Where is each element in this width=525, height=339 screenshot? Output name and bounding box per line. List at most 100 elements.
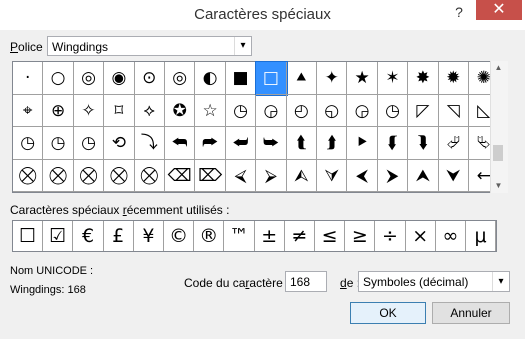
encoding-select[interactable]: Symboles (décimal) ▾ [358, 271, 510, 292]
unicode-name-label: Nom UNICODE : [10, 265, 94, 277]
character-cell[interactable]: ⊕ [43, 94, 74, 127]
character-cell[interactable]: ⮩ [256, 127, 287, 160]
encoding-select-value: Symboles (décimal) [363, 275, 469, 289]
character-cell[interactable]: ⊙ [134, 62, 165, 95]
character-cell[interactable]: ⯈ [347, 127, 378, 160]
recent-character-cell[interactable]: ☐ [13, 221, 44, 251]
character-cell[interactable]: ⛒ [134, 159, 165, 192]
character-cell[interactable]: ⮬ [286, 127, 317, 160]
ok-button[interactable]: OK [350, 302, 426, 324]
character-cell[interactable]: ◶ [347, 94, 378, 127]
chevron-down-icon[interactable]: ▾ [492, 272, 509, 291]
help-button[interactable]: ? [448, 2, 470, 22]
character-cell[interactable]: ✦ [317, 62, 348, 95]
title-bar: Caractères spéciaux ? ✕ [0, 0, 525, 30]
character-cell[interactable]: ⮟ [438, 159, 469, 192]
character-cell[interactable]: ◷ [73, 127, 105, 160]
character-cell[interactable]: ⯅ [286, 62, 317, 95]
chevron-down-icon[interactable]: ▾ [234, 37, 251, 55]
character-cell[interactable]: ⛒ [104, 159, 135, 192]
character-cell[interactable]: ⮜ [347, 159, 378, 192]
character-cell[interactable]: ⮪ [165, 127, 196, 160]
character-name: Wingdings: 168 [10, 284, 86, 296]
recent-characters[interactable]: ☐ ☑ € £ ¥ © ® ™ ± ≠ ≤ ≥ ÷ × ∞ μ [12, 220, 497, 252]
recent-character-cell[interactable]: £ [104, 221, 134, 251]
character-cell[interactable]: ◉ [104, 62, 135, 95]
character-cell[interactable]: ⛒ [73, 159, 105, 192]
character-cell[interactable]: ⮙ [286, 159, 317, 192]
character-cell[interactable]: ⮛ [317, 159, 348, 192]
character-cell[interactable]: ⮭ [317, 127, 348, 160]
close-button[interactable]: ✕ [476, 0, 522, 20]
font-select[interactable]: Wingdings ▾ [47, 36, 252, 56]
scroll-up-icon[interactable]: ▲ [490, 61, 507, 75]
cancel-button[interactable]: Annuler [432, 302, 510, 324]
character-cell[interactable]: ◎ [165, 62, 196, 95]
character-cell[interactable]: ◹ [438, 94, 469, 127]
character-cell[interactable]: ☆ [195, 94, 226, 127]
character-cell[interactable]: ✶ [377, 62, 409, 95]
character-cell[interactable]: ◎ [73, 62, 105, 95]
character-cell[interactable]: ◷ [377, 94, 409, 127]
character-cell[interactable]: ⌑ [104, 94, 135, 127]
grid-scrollbar[interactable] [490, 61, 508, 193]
recent-character-cell[interactable]: ® [194, 221, 225, 251]
font-label: Police : [10, 40, 50, 54]
character-cell[interactable]: ⌖ [13, 94, 44, 127]
character-cell[interactable]: ⮚ [256, 159, 287, 192]
code-label: Code du caractère : [184, 276, 290, 290]
recent-character-cell[interactable]: ≤ [315, 221, 346, 251]
character-cell[interactable]: ◴ [286, 94, 317, 127]
character-cell[interactable]: ⮮ [377, 127, 409, 160]
character-cell[interactable]: ⛒ [13, 159, 44, 192]
scrollbar-thumb[interactable] [493, 145, 503, 161]
recent-character-cell[interactable]: ÷ [375, 221, 406, 251]
character-cell[interactable]: ⮘ [225, 159, 257, 192]
character-cell[interactable]: ◶ [256, 94, 287, 127]
recent-character-cell[interactable]: ≥ [345, 221, 376, 251]
character-cell[interactable]: ◸ [408, 94, 439, 127]
character-cell[interactable]: ⮰ [438, 127, 469, 160]
recent-character-cell[interactable]: € [73, 221, 104, 251]
character-cell[interactable]: ◵ [317, 94, 348, 127]
recent-character-cell[interactable]: μ [466, 221, 497, 251]
recent-character-cell[interactable]: ± [255, 221, 285, 251]
recent-label: Caractères spéciaux récemment utilisés : [10, 203, 230, 217]
character-cell[interactable]: ■ [225, 62, 257, 95]
character-cell[interactable]: ⤵ [134, 127, 165, 160]
character-cell[interactable]: ⮝ [408, 159, 439, 192]
scroll-down-icon[interactable]: ▼ [490, 179, 507, 193]
character-cell[interactable]: ⮞ [377, 159, 409, 192]
window-title: Caractères spéciaux [194, 6, 331, 23]
character-cell[interactable]: ✹ [438, 62, 469, 95]
character-cell[interactable]: ★ [347, 62, 378, 95]
character-cell[interactable]: ◷ [43, 127, 74, 160]
character-cell[interactable]: ⟲ [104, 127, 135, 160]
recent-character-cell[interactable]: ☑ [43, 221, 74, 251]
font-select-value: Wingdings [52, 40, 109, 54]
character-cell[interactable]: ⮨ [225, 127, 257, 160]
character-cell[interactable]: ◷ [13, 127, 44, 160]
recent-character-cell[interactable]: ∞ [436, 221, 466, 251]
character-cell[interactable]: ✧ [73, 94, 105, 127]
character-cell[interactable]: ⮫ [195, 127, 226, 160]
character-cell[interactable]: ⟡ [134, 94, 165, 127]
character-cell[interactable]: ◐ [195, 62, 226, 95]
character-cell[interactable]: ⌫ [165, 159, 196, 192]
character-cell[interactable]: ⛒ [43, 159, 74, 192]
recent-character-cell[interactable]: ≠ [285, 221, 315, 251]
recent-character-cell[interactable]: © [164, 221, 195, 251]
character-cell[interactable]: ⌦ [195, 159, 226, 192]
character-cell[interactable]: · [13, 62, 44, 95]
character-grid[interactable]: · ○ ◎ ◉ ⊙ ◎ ◐ ■ □ ⯅ ✦ ★ ✶ ✸ ✹ ✺ ⌖ ⊕ ✧ ⌑ ⟡ ✪ ☆ ◷ ◶ ◴ ◵ ◶ ◷ ◸ ◹ ◺ ◷ ◷ ◷ ⟲ ⤵ ⮪ ⮫ ⮨… [12, 61, 507, 193]
character-code-input[interactable]: 168 [285, 271, 327, 292]
recent-character-cell[interactable]: ™ [224, 221, 255, 251]
character-cell[interactable]: ⮯ [408, 127, 439, 160]
character-cell[interactable]: □ [255, 61, 288, 96]
character-cell[interactable]: ✸ [408, 62, 439, 95]
character-cell[interactable]: ✪ [165, 94, 196, 127]
recent-character-cell[interactable]: × [406, 221, 436, 251]
character-cell[interactable]: ○ [43, 62, 74, 95]
recent-character-cell[interactable]: ¥ [134, 221, 164, 251]
character-cell[interactable]: ◷ [225, 94, 257, 127]
